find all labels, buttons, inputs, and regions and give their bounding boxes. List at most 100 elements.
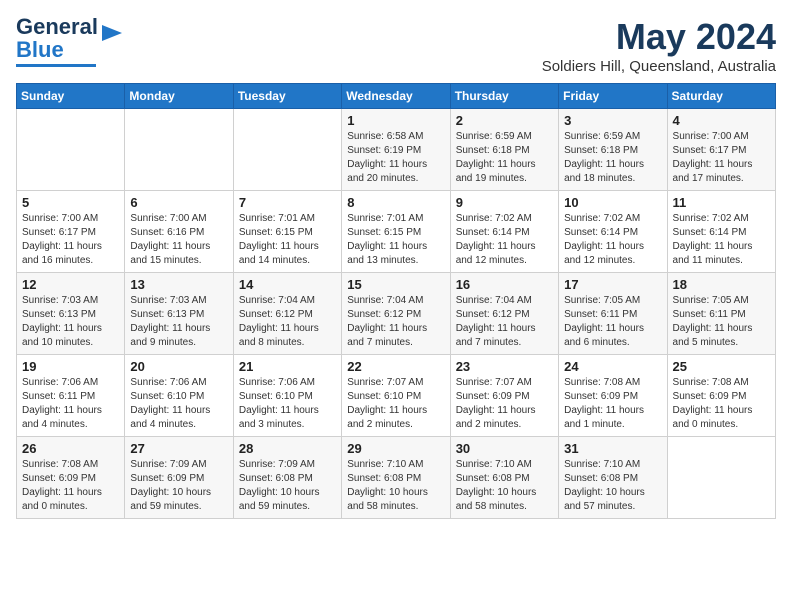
cell-content: Sunrise: 7:10 AM Sunset: 6:08 PM Dayligh… — [564, 458, 661, 514]
calendar-cell: 13Sunrise: 7:03 AM Sunset: 6:13 PM Dayli… — [125, 273, 233, 355]
day-number: 27 — [130, 441, 227, 456]
cell-content: Sunrise: 7:00 AM Sunset: 6:17 PM Dayligh… — [673, 130, 770, 186]
page-header: GeneralBlue May 2024 Soldiers Hill, Quee… — [16, 16, 776, 75]
calendar-cell: 12Sunrise: 7:03 AM Sunset: 6:13 PM Dayli… — [17, 273, 125, 355]
location: Soldiers Hill, Queensland, Australia — [542, 58, 776, 75]
calendar-cell: 15 Sunrise: 7:04 AM Sunset: 6:12 PM Dayli… — [342, 273, 450, 355]
header-tuesday: Tuesday — [233, 84, 341, 109]
cell-content: Sunrise: 7:04 AM Sunset: 6:12 PM Dayligh… — [347, 294, 444, 350]
day-number: 31 — [564, 441, 661, 456]
calendar-cell: 2Sunrise: 6:59 AM Sunset: 6:18 PM Daylig… — [450, 109, 558, 191]
day-number: 6 — [130, 195, 227, 210]
cell-content: Sunrise: 7:09 AM Sunset: 6:08 PM Dayligh… — [239, 458, 336, 514]
cell-content: Sunrise: 7:06 AM Sunset: 6:10 PM Dayligh… — [130, 376, 227, 432]
cell-content: Sunrise: 7:09 AM Sunset: 6:09 PM Dayligh… — [130, 458, 227, 514]
day-number: 5 — [22, 195, 119, 210]
cell-content: Sunrise: 7:06 AM Sunset: 6:10 PM Dayligh… — [239, 376, 336, 432]
day-number: 18 — [673, 277, 770, 292]
header-friday: Friday — [559, 84, 667, 109]
calendar-cell: 4 Sunrise: 7:00 AM Sunset: 6:17 PM Daylig… — [667, 109, 775, 191]
cell-content: Sunrise: 7:00 AM Sunset: 6:16 PM Dayligh… — [130, 212, 227, 268]
day-number: 29 — [347, 441, 444, 456]
cell-content: Sunrise: 7:05 AM Sunset: 6:11 PM Dayligh… — [564, 294, 661, 350]
logo: GeneralBlue — [16, 16, 126, 67]
calendar-cell: 7 Sunrise: 7:01 AM Sunset: 6:15 PM Daylig… — [233, 191, 341, 273]
cell-content: Sunrise: 7:10 AM Sunset: 6:08 PM Dayligh… — [456, 458, 553, 514]
cell-content: Sunrise: 6:58 AM Sunset: 6:19 PM Dayligh… — [347, 130, 444, 186]
cell-content: Sunrise: 7:05 AM Sunset: 6:11 PM Dayligh… — [673, 294, 770, 350]
day-number: 1 — [347, 113, 444, 128]
day-number: 19 — [22, 359, 119, 374]
calendar-cell: 26 Sunrise: 7:08 AM Sunset: 6:09 PM Dayli… — [17, 437, 125, 519]
calendar-cell: 21 Sunrise: 7:06 AM Sunset: 6:10 PM Dayli… — [233, 355, 341, 437]
week-row-2: 5 Sunrise: 7:00 AM Sunset: 6:17 PM Daylig… — [17, 191, 776, 273]
logo-text: GeneralBlue — [16, 14, 98, 62]
calendar-cell: 6 Sunrise: 7:00 AM Sunset: 6:16 PM Daylig… — [125, 191, 233, 273]
calendar-cell: 19 Sunrise: 7:06 AM Sunset: 6:11 PM Dayli… — [17, 355, 125, 437]
month-year: May 2024 — [542, 16, 776, 58]
cell-content: Sunrise: 7:01 AM Sunset: 6:15 PM Dayligh… — [239, 212, 336, 268]
day-number: 28 — [239, 441, 336, 456]
calendar-cell: 17 Sunrise: 7:05 AM Sunset: 6:11 PM Dayli… — [559, 273, 667, 355]
calendar-cell: 18 Sunrise: 7:05 AM Sunset: 6:11 PM Dayli… — [667, 273, 775, 355]
calendar-cell: 31 Sunrise: 7:10 AM Sunset: 6:08 PM Dayli… — [559, 437, 667, 519]
cell-content: Sunrise: 7:10 AM Sunset: 6:08 PM Dayligh… — [347, 458, 444, 514]
cell-content: Sunrise: 7:00 AM Sunset: 6:17 PM Dayligh… — [22, 212, 119, 268]
calendar-cell: 20 Sunrise: 7:06 AM Sunset: 6:10 PM Dayli… — [125, 355, 233, 437]
calendar-cell: 29 Sunrise: 7:10 AM Sunset: 6:08 PM Dayli… — [342, 437, 450, 519]
day-number: 23 — [456, 359, 553, 374]
day-number: 3 — [564, 113, 661, 128]
day-number: 26 — [22, 441, 119, 456]
calendar-cell — [667, 437, 775, 519]
cell-content: Sunrise: 7:01 AM Sunset: 6:15 PM Dayligh… — [347, 212, 444, 268]
day-number: 13 — [130, 277, 227, 292]
day-number: 16 — [456, 277, 553, 292]
day-number: 9 — [456, 195, 553, 210]
calendar-cell: 30 Sunrise: 7:10 AM Sunset: 6:08 PM Dayli… — [450, 437, 558, 519]
header-saturday: Saturday — [667, 84, 775, 109]
header-row: SundayMondayTuesdayWednesdayThursdayFrid… — [17, 84, 776, 109]
calendar-table: SundayMondayTuesdayWednesdayThursdayFrid… — [16, 83, 776, 519]
day-number: 17 — [564, 277, 661, 292]
day-number: 7 — [239, 195, 336, 210]
day-number: 15 — [347, 277, 444, 292]
calendar-cell: 23 Sunrise: 7:07 AM Sunset: 6:09 PM Dayli… — [450, 355, 558, 437]
calendar-cell: 24 Sunrise: 7:08 AM Sunset: 6:09 PM Dayli… — [559, 355, 667, 437]
header-thursday: Thursday — [450, 84, 558, 109]
cell-content: Sunrise: 7:02 AM Sunset: 6:14 PM Dayligh… — [456, 212, 553, 268]
cell-content: Sunrise: 7:08 AM Sunset: 6:09 PM Dayligh… — [22, 458, 119, 514]
calendar-cell: 25 Sunrise: 7:08 AM Sunset: 6:09 PM Dayli… — [667, 355, 775, 437]
cell-content: Sunrise: 6:59 AM Sunset: 6:18 PM Dayligh… — [456, 130, 553, 186]
day-number: 25 — [673, 359, 770, 374]
week-row-4: 19 Sunrise: 7:06 AM Sunset: 6:11 PM Dayli… — [17, 355, 776, 437]
calendar-cell — [17, 109, 125, 191]
calendar-cell: 9 Sunrise: 7:02 AM Sunset: 6:14 PM Daylig… — [450, 191, 558, 273]
calendar-cell: 10Sunrise: 7:02 AM Sunset: 6:14 PM Dayli… — [559, 191, 667, 273]
calendar-cell — [233, 109, 341, 191]
calendar-cell: 5 Sunrise: 7:00 AM Sunset: 6:17 PM Daylig… — [17, 191, 125, 273]
header-sunday: Sunday — [17, 84, 125, 109]
cell-content: Sunrise: 7:08 AM Sunset: 6:09 PM Dayligh… — [673, 376, 770, 432]
day-number: 8 — [347, 195, 444, 210]
logo-underline — [16, 64, 96, 67]
day-number: 30 — [456, 441, 553, 456]
calendar-cell: 16Sunrise: 7:04 AM Sunset: 6:12 PM Dayli… — [450, 273, 558, 355]
calendar-cell: 1 Sunrise: 6:58 AM Sunset: 6:19 PM Daylig… — [342, 109, 450, 191]
cell-content: Sunrise: 7:06 AM Sunset: 6:11 PM Dayligh… — [22, 376, 119, 432]
header-monday: Monday — [125, 84, 233, 109]
day-number: 14 — [239, 277, 336, 292]
logo-arrow-icon — [102, 21, 126, 45]
week-row-1: 1 Sunrise: 6:58 AM Sunset: 6:19 PM Daylig… — [17, 109, 776, 191]
calendar-cell: 28 Sunrise: 7:09 AM Sunset: 6:08 PM Dayli… — [233, 437, 341, 519]
day-number: 24 — [564, 359, 661, 374]
day-number: 20 — [130, 359, 227, 374]
cell-content: Sunrise: 7:03 AM Sunset: 6:13 PM Dayligh… — [22, 294, 119, 350]
cell-content: Sunrise: 7:07 AM Sunset: 6:09 PM Dayligh… — [456, 376, 553, 432]
day-number: 4 — [673, 113, 770, 128]
day-number: 10 — [564, 195, 661, 210]
calendar-cell: 11Sunrise: 7:02 AM Sunset: 6:14 PM Dayli… — [667, 191, 775, 273]
day-number: 21 — [239, 359, 336, 374]
calendar-cell: 14Sunrise: 7:04 AM Sunset: 6:12 PM Dayli… — [233, 273, 341, 355]
cell-content: Sunrise: 7:08 AM Sunset: 6:09 PM Dayligh… — [564, 376, 661, 432]
day-number: 11 — [673, 195, 770, 210]
